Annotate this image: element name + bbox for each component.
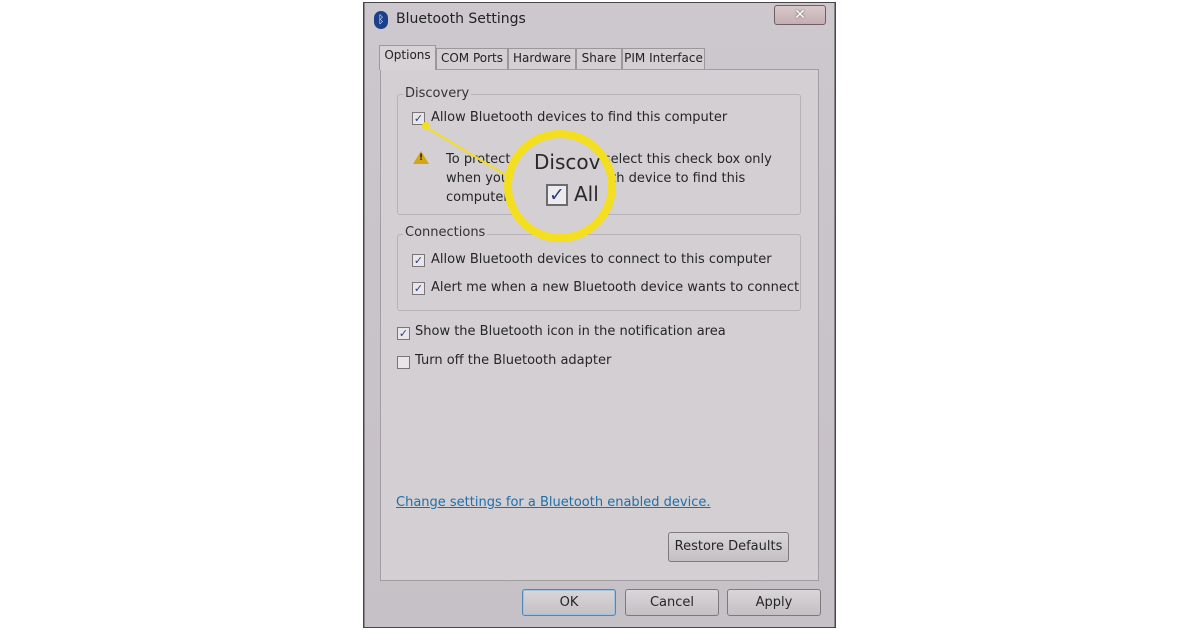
discovery-title: Discovery — [403, 86, 472, 101]
alert-checkbox[interactable]: ✓ — [412, 282, 425, 295]
allow-connect-label[interactable]: Allow Bluetooth devices to connect to th… — [431, 252, 772, 267]
bluetooth-icon: ᛒ — [374, 11, 388, 29]
cancel-button[interactable]: Cancel — [625, 589, 719, 616]
zoom-checkbox: ✓ — [546, 184, 568, 206]
tab-hardware[interactable]: Hardware — [508, 48, 576, 69]
close-button[interactable]: ✕ — [774, 5, 826, 25]
tab-com-ports[interactable]: COM Ports — [436, 48, 508, 69]
allow-connect-checkbox[interactable]: ✓ — [412, 254, 425, 267]
show-icon-checkbox[interactable]: ✓ — [397, 327, 410, 340]
tab-share[interactable]: Share — [576, 48, 622, 69]
change-settings-link[interactable]: Change settings for a Bluetooth enabled … — [396, 495, 711, 510]
allow-find-label[interactable]: Allow Bluetooth devices to find this com… — [431, 110, 727, 125]
apply-button[interactable]: Apply — [727, 589, 821, 616]
zoom-heading-fragment: Discov — [534, 150, 601, 174]
window-title: Bluetooth Settings — [396, 11, 526, 27]
turn-off-checkbox[interactable] — [397, 356, 410, 369]
alert-label[interactable]: Alert me when a new Bluetooth device wan… — [431, 280, 799, 295]
show-icon-label[interactable]: Show the Bluetooth icon in the notificat… — [415, 324, 726, 339]
tab-pim-interface[interactable]: PIM Interface — [622, 48, 705, 69]
zoom-magnifier: Discov ✓ All — [504, 130, 616, 242]
connections-group — [397, 234, 801, 311]
warning-icon: ! — [413, 151, 429, 164]
connections-title: Connections — [403, 225, 488, 240]
title-bar[interactable]: ᛒ Bluetooth Settings ✕ — [364, 3, 835, 37]
turn-off-label[interactable]: Turn off the Bluetooth adapter — [415, 353, 611, 368]
ok-button[interactable]: OK — [522, 589, 616, 616]
tab-options[interactable]: Options — [379, 45, 436, 70]
zoom-label-fragment: All — [574, 182, 599, 206]
restore-defaults-button[interactable]: Restore Defaults — [668, 532, 789, 562]
